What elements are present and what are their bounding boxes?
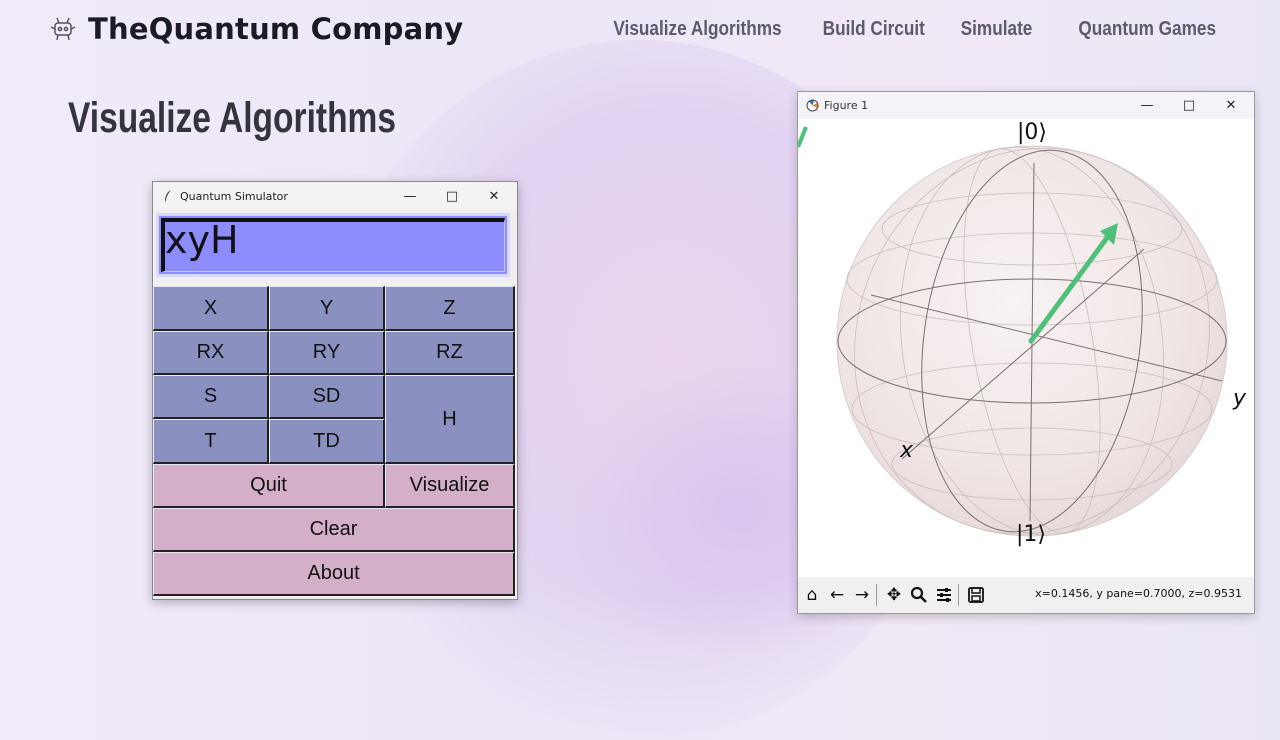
expression-display[interactable]: xyH <box>156 213 510 277</box>
y-axis-label: y <box>1232 386 1247 411</box>
bloch-sphere-canvas[interactable]: |0⟩ |1⟩ x y <box>796 119 1254 577</box>
figure-window: Figure 1 — □ ✕ |0⟩ |1⟩ x y ⌂ ← → ✥ x=0.1… <box>796 91 1255 614</box>
close-icon[interactable]: ✕ <box>473 182 515 210</box>
gate-y-button[interactable]: Y <box>269 286 385 331</box>
vector-fragment <box>796 126 808 148</box>
brand-logo[interactable]: TheQuantum Company <box>48 12 463 46</box>
simulator-title: Quantum Simulator <box>180 189 288 203</box>
back-icon[interactable]: ← <box>826 584 848 606</box>
configure-icon[interactable] <box>933 584 955 606</box>
pan-icon[interactable]: ✥ <box>883 584 905 606</box>
matplotlib-icon <box>806 99 819 112</box>
maximize-icon[interactable]: □ <box>1168 92 1210 119</box>
gate-rz-button[interactable]: RZ <box>385 331 515 375</box>
feather-icon <box>165 190 171 201</box>
gate-t-button[interactable]: T <box>153 419 269 464</box>
nav-build-circuit[interactable]: Build Circuit <box>822 18 924 41</box>
visualize-button[interactable]: Visualize <box>385 464 515 508</box>
zoom-icon[interactable] <box>908 584 930 606</box>
minimize-icon[interactable]: — <box>1126 92 1168 119</box>
bloch-sphere-plot: |0⟩ |1⟩ x y <box>796 120 1247 547</box>
figure-titlebar[interactable]: Figure 1 — □ ✕ <box>798 92 1254 119</box>
gate-td-button[interactable]: TD <box>269 419 385 464</box>
nav-visualize-algorithms[interactable]: Visualize Algorithms <box>613 18 781 41</box>
site-header: TheQuantum Company Visualize Algorithms … <box>0 0 1280 64</box>
simulator-titlebar[interactable]: Quantum Simulator — □ ✕ <box>153 182 517 210</box>
minimize-icon[interactable]: — <box>389 182 431 210</box>
gate-s-button[interactable]: S <box>153 375 269 419</box>
gate-h-button[interactable]: H <box>385 375 515 464</box>
main-nav: Visualize Algorithms Build Circuit Simul… <box>586 18 1216 41</box>
quit-button[interactable]: Quit <box>153 464 385 508</box>
maximize-icon[interactable]: □ <box>431 182 473 210</box>
gate-z-button[interactable]: Z <box>385 286 515 331</box>
brand-name: TheQuantum Company <box>88 12 464 46</box>
nav-quantum-games[interactable]: Quantum Games <box>1078 18 1216 41</box>
gate-x-button[interactable]: X <box>153 286 269 331</box>
nav-simulate[interactable]: Simulate <box>960 18 1032 41</box>
home-icon[interactable]: ⌂ <box>801 584 823 606</box>
gate-sd-button[interactable]: SD <box>269 375 385 419</box>
toolbar-separator <box>958 584 959 606</box>
about-button[interactable]: About <box>153 552 515 596</box>
toolbar-separator <box>876 584 877 606</box>
page-title: Visualize Algorithms <box>68 94 397 142</box>
figure-title: Figure 1 <box>824 99 869 112</box>
x-axis-label: x <box>899 438 914 463</box>
forward-icon[interactable]: → <box>851 584 873 606</box>
display-value: xyH <box>165 218 239 262</box>
robot-logo-icon <box>50 17 76 41</box>
cursor-coordinates: x=0.1456, y pane=0.7000, z=0.9531 <box>1035 587 1242 600</box>
clear-button[interactable]: Clear <box>153 508 515 552</box>
ket-zero-label: |0⟩ <box>1017 120 1047 145</box>
close-icon[interactable]: ✕ <box>1210 92 1252 119</box>
ket-one-label: |1⟩ <box>1016 522 1046 547</box>
gate-rx-button[interactable]: RX <box>153 331 269 375</box>
gate-ry-button[interactable]: RY <box>269 331 385 375</box>
quantum-simulator-window: Quantum Simulator — □ ✕ xyH X Y Z RX RY … <box>152 181 518 600</box>
figure-toolbar: ⌂ ← → ✥ x=0.1456, y pane=0.7000, z=0.953… <box>798 577 1254 613</box>
save-icon[interactable] <box>965 584 987 606</box>
